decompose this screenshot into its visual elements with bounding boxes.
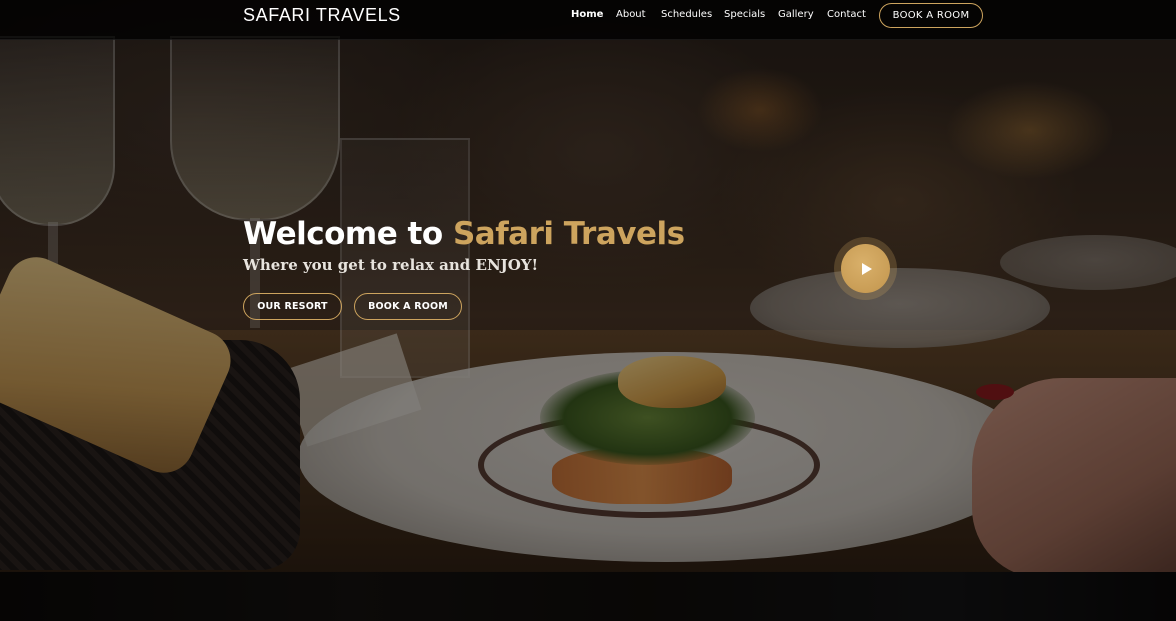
nav-contact[interactable]: Contact — [827, 9, 866, 20]
hero-title-prefix: Welcome to — [243, 216, 453, 252]
book-room-header-button[interactable]: BOOK A ROOM — [879, 3, 983, 28]
next-section-overlay — [0, 572, 1176, 621]
hero-dark-overlay — [0, 0, 1176, 572]
nav-home[interactable]: Home — [571, 9, 603, 20]
hero-title: Welcome to Safari Travels — [243, 216, 685, 252]
nav-specials[interactable]: Specials — [724, 9, 765, 20]
our-resort-button[interactable]: OUR RESORT — [243, 293, 342, 320]
next-section-strip — [0, 572, 1176, 621]
nav-about[interactable]: About — [616, 9, 646, 20]
site-logo[interactable]: SAFARI TRAVELS — [243, 5, 401, 26]
hero-tagline: Where you get to relax and ENJOY! — [243, 256, 539, 274]
hero-background-image — [0, 0, 1176, 572]
play-video-button[interactable] — [841, 244, 890, 293]
hero-title-brand: Safari Travels — [452, 216, 685, 252]
nav-gallery[interactable]: Gallery — [778, 9, 814, 20]
play-icon — [862, 262, 872, 275]
book-room-hero-button[interactable]: BOOK A ROOM — [354, 293, 462, 320]
site-header: SAFARI TRAVELS Home About Schedules Spec… — [0, 0, 1176, 40]
nav-schedules[interactable]: Schedules — [661, 9, 712, 20]
